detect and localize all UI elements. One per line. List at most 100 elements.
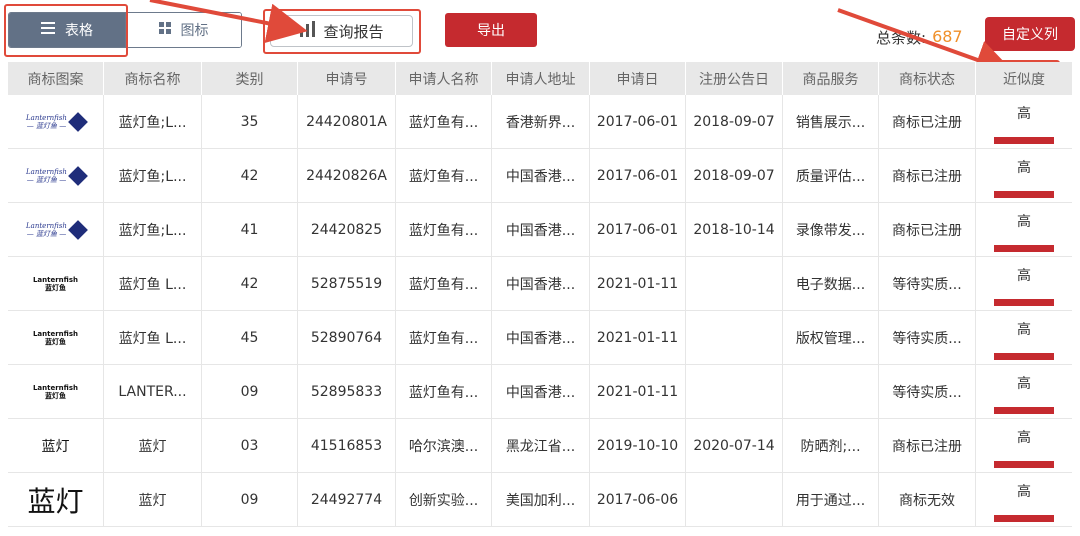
cell-applicant: 蓝灯鱼有...	[396, 257, 492, 310]
cell-class: 09	[202, 473, 298, 526]
table-row[interactable]: Lanternfish 蓝灯鱼 蓝灯鱼 L... 42 52875519 蓝灯鱼有... 中…	[8, 257, 1072, 311]
cell-goods	[783, 365, 879, 418]
cell-address: 美国加利...	[492, 473, 590, 526]
cell-reg-date: 2018-09-07	[686, 95, 783, 148]
cell-app-date: 2021-01-11	[590, 257, 686, 310]
cell-similarity: 高	[976, 203, 1072, 256]
cell-class: 42	[202, 149, 298, 202]
cell-app-date: 2017-06-01	[590, 203, 686, 256]
cell-applicant: 蓝灯鱼有...	[396, 203, 492, 256]
query-report-label: 查询报告	[323, 22, 384, 41]
cell-name: 蓝灯	[104, 419, 202, 472]
cell-similarity: 高	[976, 95, 1072, 148]
total-count: 687	[932, 27, 963, 46]
cell-goods: 销售展示...	[783, 95, 879, 148]
cell-status: 商标已注册	[879, 149, 976, 202]
cell-address: 中国香港...	[492, 149, 590, 202]
cell-app-no: 24420825	[298, 203, 396, 256]
cell-app-no: 24420826A	[298, 149, 396, 202]
trademark-logo: 蓝灯	[8, 473, 104, 526]
similarity-label: 高	[1017, 484, 1031, 500]
table-row[interactable]: Lanternfish — 蓝灯鱼 — 蓝灯鱼;L... 42 24420826A 蓝灯鱼…	[8, 149, 1072, 203]
custom-columns-button[interactable]: 自定义列	[985, 17, 1075, 51]
table-row[interactable]: Lanternfish — 蓝灯鱼 — 蓝灯鱼;L... 41 24420825 蓝灯鱼有…	[8, 203, 1072, 257]
cell-applicant: 蓝灯鱼有...	[396, 95, 492, 148]
column-header: 商标图案	[8, 62, 104, 95]
cell-applicant: 创新实验...	[396, 473, 492, 526]
total-label: 总条数:	[876, 29, 927, 47]
similarity-bar	[994, 191, 1054, 198]
trademark-logo: Lanternfish 蓝灯鱼	[8, 311, 104, 364]
cell-name: 蓝灯	[104, 473, 202, 526]
cell-applicant: 蓝灯鱼有...	[396, 311, 492, 364]
cell-applicant: 蓝灯鱼有...	[396, 365, 492, 418]
similarity-label: 高	[1017, 160, 1031, 176]
cell-address: 中国香港...	[492, 365, 590, 418]
trademark-table: 商标图案 商标名称 类别 申请号 申请人名称 申请人地址 申请日 注册公告日 商品服务 商标状态近…	[8, 62, 1072, 527]
cell-goods: 防晒剂;...	[783, 419, 879, 472]
cell-status: 等待实质...	[879, 365, 976, 418]
table-row[interactable]: Lanternfish 蓝灯鱼 蓝灯鱼 L... 45 52890764 蓝灯鱼有... 中…	[8, 311, 1072, 365]
cell-app-date: 2019-10-10	[590, 419, 686, 472]
cell-reg-date	[686, 473, 783, 526]
similarity-label: 高	[1017, 106, 1031, 122]
cell-goods: 录像带发...	[783, 203, 879, 256]
table-view-label: 表格	[65, 23, 93, 39]
list-icon	[41, 22, 55, 38]
similarity-bar	[994, 245, 1054, 252]
bar-chart-icon	[299, 20, 317, 42]
similarity-label: 高	[1017, 268, 1031, 284]
cell-reg-date: 2018-09-07	[686, 149, 783, 202]
cell-class: 45	[202, 311, 298, 364]
cell-status: 等待实质...	[879, 311, 976, 364]
cell-name: 蓝灯鱼 L...	[104, 257, 202, 310]
cell-similarity: 高	[976, 311, 1072, 364]
query-report-button[interactable]: 查询报告	[270, 15, 413, 47]
table-row[interactable]: 蓝灯 蓝灯 09 24492774 创新实验... 美国加利... 2017-06-06 用于…	[8, 473, 1072, 527]
table-row[interactable]: 蓝灯 蓝灯 03 41516853 哈尔滨澳... 黑龙江省... 2019-10-10 20…	[8, 419, 1072, 473]
cell-app-date: 2021-01-11	[590, 365, 686, 418]
trademark-logo: Lanternfish 蓝灯鱼	[8, 365, 104, 418]
similarity-bar	[994, 299, 1054, 306]
similarity-bar	[994, 407, 1054, 414]
cell-name: LANTER...	[104, 365, 202, 418]
similarity-label: 高	[1017, 430, 1031, 446]
cell-similarity: 高	[976, 473, 1072, 526]
cell-app-date: 2017-06-01	[590, 149, 686, 202]
cell-similarity: 高	[976, 149, 1072, 202]
cell-reg-date	[686, 311, 783, 364]
column-header: 类别	[202, 62, 298, 95]
cell-goods: 质量评估...	[783, 149, 879, 202]
column-header: 商标名称	[104, 62, 202, 95]
column-header[interactable]: 近似度	[976, 62, 1072, 95]
column-header: 商品服务	[783, 62, 879, 95]
cell-class: 35	[202, 95, 298, 148]
cell-similarity: 高	[976, 419, 1072, 472]
cell-app-date: 2021-01-11	[590, 311, 686, 364]
table-row[interactable]: Lanternfish 蓝灯鱼 LANTER... 09 52895833 蓝灯鱼有...…	[8, 365, 1072, 419]
cell-app-no: 41516853	[298, 419, 396, 472]
table-view-button[interactable]: 表格	[9, 13, 125, 47]
similarity-label: 高	[1017, 322, 1031, 338]
cell-applicant: 蓝灯鱼有...	[396, 149, 492, 202]
column-header: 申请人地址	[492, 62, 590, 95]
cell-app-date: 2017-06-01	[590, 95, 686, 148]
table-header: 商标图案 商标名称 类别 申请号 申请人名称 申请人地址 申请日 注册公告日 商品服务 商标状态近…	[8, 62, 1072, 95]
cell-app-no: 24420801A	[298, 95, 396, 148]
export-button[interactable]: 导出	[445, 13, 537, 47]
trademark-logo: Lanternfish — 蓝灯鱼 —	[8, 95, 104, 148]
icon-view-button[interactable]: 图标	[125, 13, 241, 47]
column-header: 商标状态	[879, 62, 976, 95]
cell-reg-date: 2018-10-14	[686, 203, 783, 256]
similarity-bar	[994, 353, 1054, 360]
grid-icon	[158, 22, 171, 38]
cell-status: 商标已注册	[879, 419, 976, 472]
trademark-logo: Lanternfish 蓝灯鱼	[8, 257, 104, 310]
cell-address: 中国香港...	[492, 257, 590, 310]
cell-reg-date	[686, 257, 783, 310]
table-row[interactable]: Lanternfish — 蓝灯鱼 — 蓝灯鱼;L... 35 24420801A 蓝灯鱼…	[8, 95, 1072, 149]
table-body: Lanternfish — 蓝灯鱼 — 蓝灯鱼;L... 35 24420801A 蓝灯鱼…	[8, 95, 1072, 527]
cell-goods: 用于通过...	[783, 473, 879, 526]
cell-app-no: 52875519	[298, 257, 396, 310]
similarity-bar	[994, 461, 1054, 468]
